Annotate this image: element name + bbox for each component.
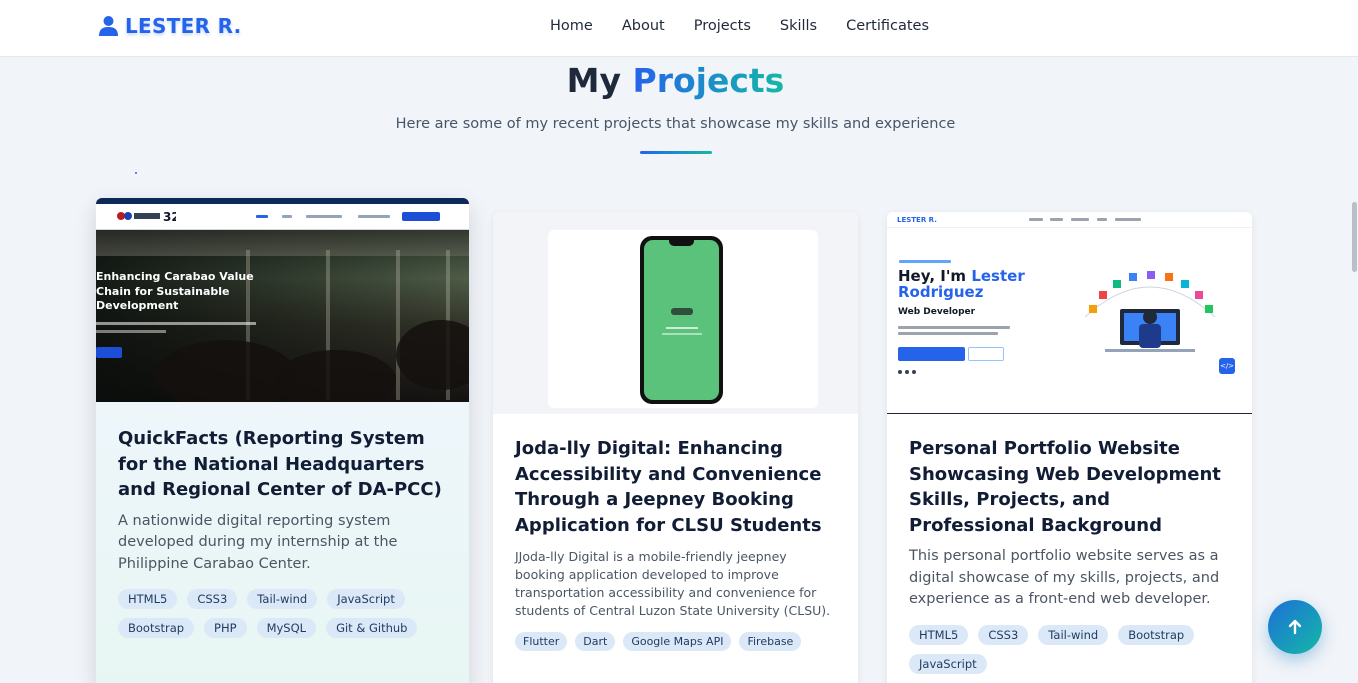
tech-tag: MySQL <box>256 618 317 638</box>
tech-tag: PHP <box>204 618 247 638</box>
phone-icon <box>640 236 723 404</box>
project-description: JJoda-lly Digital is a mobile-friendly j… <box>515 549 831 618</box>
section-title: My Projects <box>0 61 1351 100</box>
project-title[interactable]: Personal Portfolio Website Showcasing We… <box>909 436 1234 538</box>
tech-tag: Flutter <box>515 632 568 651</box>
tech-tag: Git & Github <box>326 618 418 638</box>
project-card-quickfacts[interactable]: 32 Enhancing Carabao Value Chain for Sus… <box>96 198 469 683</box>
mock-download-button <box>898 347 965 361</box>
nav-link-projects[interactable]: Projects <box>694 18 751 34</box>
scroll-to-top-button[interactable] <box>1268 600 1322 654</box>
main-nav: Home About Projects Skills Certificates <box>550 18 929 34</box>
project-description: This personal portfolio website serves a… <box>909 548 1220 607</box>
project-image-portfolio: LESTER R. Hey, I'm Lester Rodriguez Web … <box>887 212 1252 414</box>
section-subtitle: Here are some of my recent projects that… <box>395 116 956 132</box>
tech-tag: JavaScript <box>327 589 405 609</box>
tech-tag: Bootstrap <box>118 618 195 638</box>
project-description: A nationwide digital reporting system de… <box>118 512 398 572</box>
mock-hero: Enhancing Carabao Value Chain for Sustai… <box>96 230 469 402</box>
project-card-body: QuickFacts (Reporting System for the Nat… <box>118 426 451 638</box>
page-scrollbar[interactable] <box>1350 57 1358 683</box>
user-icon <box>98 15 119 37</box>
mock-brand: LESTER R. <box>897 216 937 224</box>
brand-logo[interactable]: LESTER R. <box>98 14 242 38</box>
brand-name: LESTER R. <box>125 14 242 38</box>
mock-get-started-button <box>96 347 122 358</box>
tech-tag: HTML5 <box>909 624 969 645</box>
project-image-quickfacts: 32 Enhancing Carabao Value Chain for Sus… <box>96 198 469 402</box>
tech-tag: Google Maps API <box>623 632 732 651</box>
tech-tag: CSS3 <box>187 589 238 609</box>
mock-logo-icon: 32 <box>117 210 176 223</box>
mock-navbar: LESTER R. <box>887 212 1252 228</box>
tech-tag: Firebase <box>739 632 802 651</box>
tech-tag: Bootstrap <box>1118 624 1195 645</box>
tech-tag: Tail-wind <box>1038 624 1109 645</box>
jeepney-icon <box>671 308 693 315</box>
mock-navbar: 32 <box>96 204 469 230</box>
navbar: LESTER R. Home About Projects Skills Cer… <box>0 0 1358 57</box>
project-card-body: Personal Portfolio Website Showcasing We… <box>909 436 1234 674</box>
code-icon: </> <box>1219 358 1235 374</box>
project-card-jodally[interactable]: Joda-lly Digital: Enhancing Accessibilit… <box>493 212 858 683</box>
tech-tag: CSS3 <box>978 624 1029 645</box>
title-divider <box>640 151 712 154</box>
tech-tag: HTML5 <box>118 589 178 609</box>
project-tags: HTML5 CSS3 Tail-wind Bootstrap JavaScrip… <box>909 624 1234 674</box>
project-image-jodally <box>493 212 858 414</box>
svg-text:32: 32 <box>163 210 176 223</box>
project-tags: HTML5 CSS3 Tail-wind JavaScript Bootstra… <box>118 589 451 638</box>
arrow-up-icon <box>1288 619 1302 635</box>
tech-tag: Tail-wind <box>247 589 318 609</box>
nav-link-about[interactable]: About <box>622 18 665 34</box>
mock-hero-heading: Hey, I'm Lester Rodriguez <box>898 268 1038 300</box>
section-title-accent: Projects <box>632 61 785 100</box>
tech-tag: Dart <box>575 632 616 651</box>
project-card-body: Joda-lly Digital: Enhancing Accessibilit… <box>515 436 840 651</box>
mock-login-button <box>402 212 440 221</box>
project-title[interactable]: QuickFacts (Reporting System for the Nat… <box>118 426 451 503</box>
mock-role: Web Developer <box>898 307 976 317</box>
section-title-prefix: My <box>566 61 622 100</box>
decorative-dot <box>135 172 137 174</box>
nav-link-certificates[interactable]: Certificates <box>846 18 929 34</box>
project-tags: Flutter Dart Google Maps API Firebase <box>515 632 840 651</box>
developer-illustration-icon <box>1084 271 1216 352</box>
mock-hire-button <box>968 347 1004 361</box>
nav-link-skills[interactable]: Skills <box>780 18 817 34</box>
mock-hero-heading: Enhancing Carabao Value Chain for Sustai… <box>96 270 254 312</box>
project-card-portfolio[interactable]: LESTER R. Hey, I'm Lester Rodriguez Web … <box>887 212 1252 683</box>
tech-tag: JavaScript <box>909 653 987 674</box>
nav-link-home[interactable]: Home <box>550 18 593 34</box>
project-title[interactable]: Joda-lly Digital: Enhancing Accessibilit… <box>515 436 840 538</box>
scrollbar-thumb[interactable] <box>1352 202 1357 272</box>
